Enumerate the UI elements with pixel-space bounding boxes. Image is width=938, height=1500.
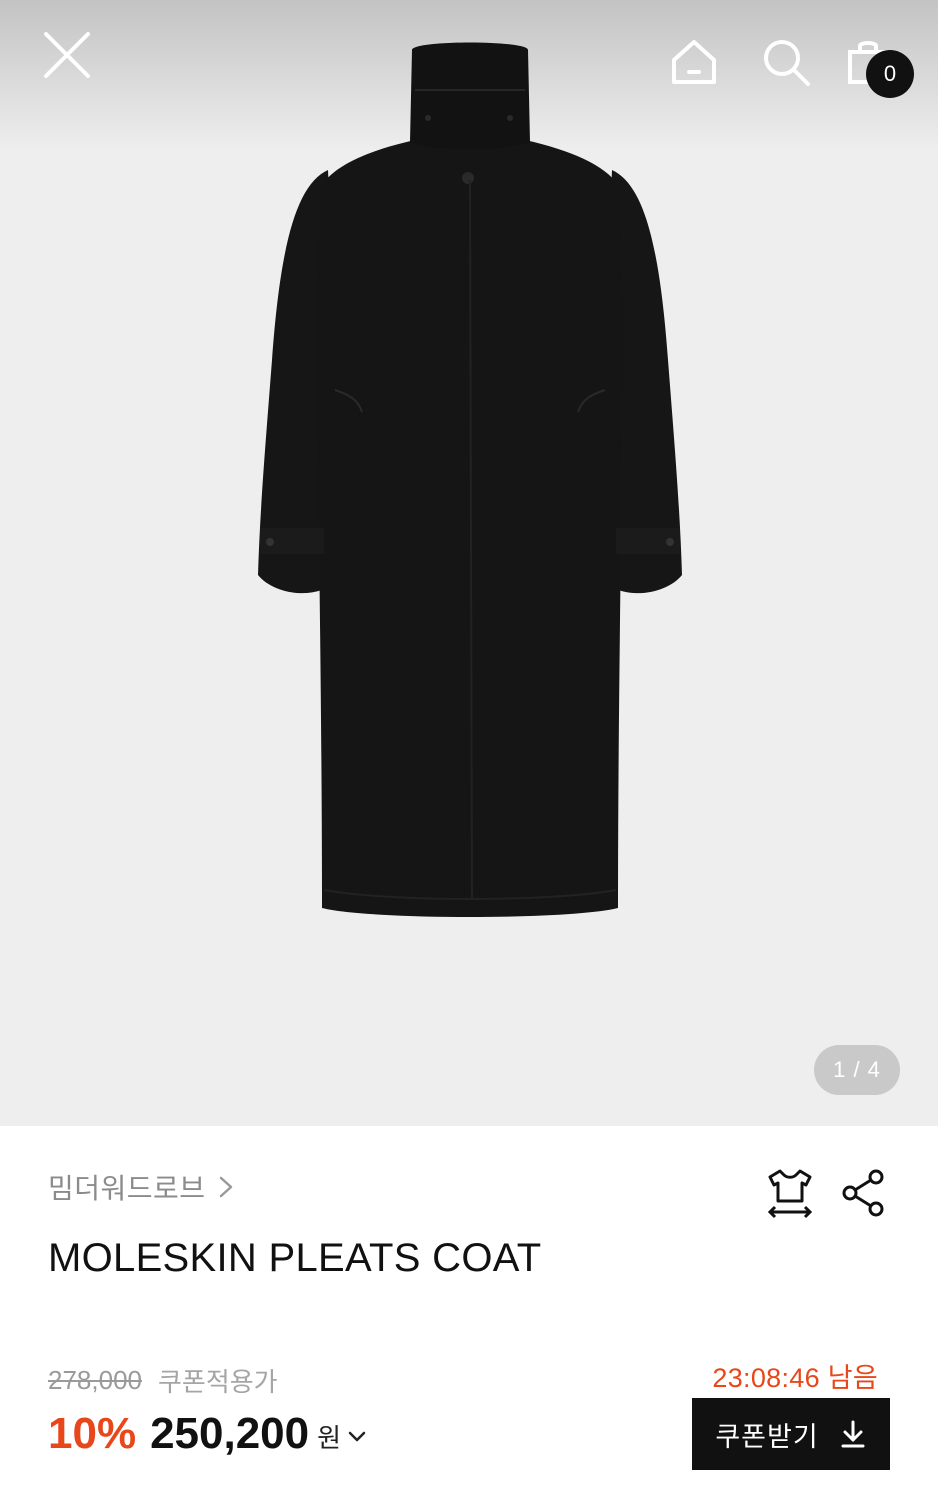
coupon-button-label: 쿠폰받기 <box>715 1421 819 1452</box>
get-coupon-button[interactable]: 쿠폰받기 <box>692 1398 890 1470</box>
home-button[interactable] <box>666 34 722 90</box>
home-icon <box>672 40 716 84</box>
share-button[interactable] <box>836 1165 892 1221</box>
chevron-right-icon <box>219 1176 232 1198</box>
chevron-down-icon[interactable] <box>345 1424 369 1448</box>
cart-count-badge: 0 <box>866 50 914 98</box>
size-guide-icon <box>767 1169 813 1219</box>
sale-price-row: 10% 250,200 원 <box>48 1404 369 1464</box>
coupon-price-label: 쿠폰적용가 <box>157 1367 278 1397</box>
brand-name: 밈더워드로브 <box>48 1173 206 1204</box>
original-price: 278,000 <box>48 1365 142 1395</box>
search-button[interactable] <box>758 34 814 90</box>
share-icon <box>842 1169 884 1217</box>
close-button[interactable] <box>38 26 96 84</box>
brand-link[interactable]: 밈더워드로브 <box>48 1165 236 1209</box>
image-counter: 1 / 4 <box>814 1045 900 1095</box>
discount-rate: 10% <box>48 1409 137 1458</box>
close-icon <box>44 32 90 78</box>
coupon-timer: 23:08:46 남음 <box>712 1363 878 1393</box>
product-image-coat <box>258 42 682 917</box>
download-icon <box>841 1420 865 1448</box>
currency-unit: 원 <box>317 1422 342 1453</box>
search-icon <box>764 40 810 86</box>
size-guide-button[interactable] <box>762 1165 818 1221</box>
product-title: MOLESKIN PLEATS COAT <box>48 1236 542 1280</box>
product-image-gallery[interactable]: 0 1 / 4 <box>0 0 938 1126</box>
sale-price: 250,200 <box>150 1409 310 1458</box>
original-price-row: 278,000 쿠폰적용가 <box>48 1362 278 1399</box>
